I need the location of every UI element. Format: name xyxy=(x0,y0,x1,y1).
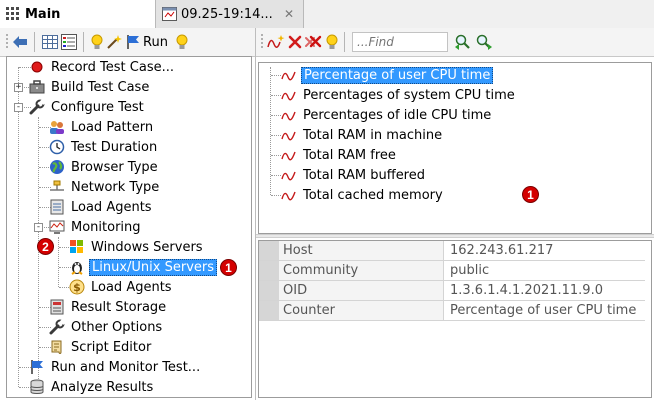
callout-badge-1: 1 xyxy=(220,259,237,276)
counter-item[interactable]: Percentage of user CPU time xyxy=(281,65,494,85)
users-icon xyxy=(49,119,65,135)
flag-icon xyxy=(29,359,45,375)
expand-toggle[interactable]: + xyxy=(14,83,23,92)
table-view-icon[interactable] xyxy=(42,32,58,52)
horizontal-splitter[interactable] xyxy=(256,234,654,238)
run-flag-icon[interactable] xyxy=(125,32,141,52)
grid-icon xyxy=(5,6,21,22)
tab-main-label: Main xyxy=(25,6,61,22)
database-icon xyxy=(29,379,45,395)
svg-text:$: $ xyxy=(73,281,81,294)
tab-test-log-label: 09.25-19:14... xyxy=(181,6,273,22)
counter-graph-icon xyxy=(281,147,297,163)
counter-item[interactable]: Percentages of system CPU time xyxy=(281,85,517,105)
tree-item-load-agents[interactable]: Load Agents xyxy=(49,197,154,217)
lightbulb-icon[interactable] xyxy=(326,32,338,52)
tab-main[interactable]: Main xyxy=(0,0,156,28)
tree-item-record-test-case[interactable]: Record Test Case... xyxy=(29,57,176,77)
callout-badge-2: 2 xyxy=(37,238,54,255)
wrench-icon xyxy=(29,99,45,115)
find-input[interactable] xyxy=(352,32,448,52)
toolbar-separator xyxy=(34,32,35,52)
find-previous-icon[interactable] xyxy=(454,32,472,52)
tree-item-other-options[interactable]: Other Options xyxy=(49,317,164,337)
counter-properties-table: Host 162.243.61.217 Community public OID… xyxy=(258,240,652,398)
tree-item-analyze-results[interactable]: Analyze Results xyxy=(29,377,155,397)
tree-item-configure-test[interactable]: Configure Test xyxy=(29,97,146,117)
scroll-icon xyxy=(49,339,65,355)
right-toolbar xyxy=(256,28,654,57)
counter-graph-icon xyxy=(281,167,297,183)
storage-icon xyxy=(49,299,65,315)
tree-item-load-agents-monitoring[interactable]: $ Load Agents xyxy=(69,277,174,297)
lightbulb-icon[interactable] xyxy=(176,32,188,52)
property-row-host[interactable]: Host 162.243.61.217 xyxy=(259,241,645,261)
magic-wand-icon[interactable] xyxy=(106,32,122,52)
tree-item-linux-unix-servers[interactable]: Linux/Unix Servers xyxy=(69,257,218,277)
network-icon xyxy=(49,179,65,195)
toolbar-separator xyxy=(83,32,84,52)
counter-item[interactable]: Total cached memory xyxy=(281,185,445,205)
counter-list: Percentage of user CPU time Percentages … xyxy=(258,62,652,234)
details-view-icon[interactable] xyxy=(61,32,77,52)
counter-graph-icon xyxy=(281,87,297,103)
delete-icon[interactable] xyxy=(288,32,302,52)
monitoring-icon xyxy=(49,219,65,235)
tree-item-build-test-case[interactable]: Build Test Case xyxy=(29,77,151,97)
tree-item-result-storage[interactable]: Result Storage xyxy=(49,297,168,317)
tree-item-run-and-monitor-test[interactable]: Run and Monitor Test... xyxy=(29,357,202,377)
tab-test-log[interactable]: 09.25-19:14... ✕ xyxy=(156,0,304,28)
tree-item-browser-type[interactable]: Browser Type xyxy=(49,157,160,177)
property-row-counter[interactable]: Counter Percentage of user CPU time xyxy=(259,301,645,321)
linux-icon xyxy=(69,259,85,275)
tree-item-windows-servers[interactable]: Windows Servers xyxy=(69,237,205,257)
lightbulb-icon[interactable] xyxy=(91,32,103,52)
configuration-tree: + - - Record Test Case... Build Test Cas… xyxy=(6,56,252,398)
wrench-icon xyxy=(49,319,65,335)
property-row-oid[interactable]: OID 1.3.6.1.4.1.2021.11.9.0 xyxy=(259,281,645,301)
tree-item-load-pattern[interactable]: Load Pattern xyxy=(49,117,155,137)
collapse-toggle[interactable]: - xyxy=(34,223,43,232)
counter-graph-icon xyxy=(281,67,297,83)
close-icon[interactable]: ✕ xyxy=(284,7,294,21)
property-row-community[interactable]: Community public xyxy=(259,261,645,281)
run-button[interactable]: Run xyxy=(143,32,168,52)
find-next-icon[interactable] xyxy=(475,32,493,52)
callout-badge-1: 1 xyxy=(522,186,539,203)
counter-graph-icon xyxy=(281,187,297,203)
vertical-splitter[interactable] xyxy=(255,28,256,400)
clock-icon xyxy=(49,139,65,155)
globe-icon xyxy=(49,159,65,175)
tree-item-script-editor[interactable]: Script Editor xyxy=(49,337,153,357)
counter-item[interactable]: Percentages of idle CPU time xyxy=(281,105,493,125)
agents-icon xyxy=(49,199,65,215)
counter-item[interactable]: Total RAM buffered xyxy=(281,165,427,185)
add-counter-icon[interactable] xyxy=(267,32,285,52)
toolbar-grip-icon xyxy=(6,32,9,52)
collapse-toggle[interactable]: - xyxy=(14,103,23,112)
tree-item-test-duration[interactable]: Test Duration xyxy=(49,137,159,157)
tree-item-monitoring[interactable]: Monitoring xyxy=(49,217,143,237)
back-arrow-icon[interactable] xyxy=(12,32,28,52)
tree-item-network-type[interactable]: Network Type xyxy=(49,177,161,197)
windows-icon xyxy=(69,239,85,255)
counter-graph-icon xyxy=(281,127,297,143)
delete-all-icon[interactable] xyxy=(305,32,323,52)
counter-item[interactable]: Total RAM in machine xyxy=(281,125,444,145)
log-table-icon xyxy=(161,6,177,22)
briefcase-icon xyxy=(29,79,45,95)
counter-item[interactable]: Total RAM free xyxy=(281,145,398,165)
toolbar-separator xyxy=(344,32,345,52)
left-toolbar: Run xyxy=(0,28,255,57)
tree-connector xyxy=(58,237,59,287)
counter-graph-icon xyxy=(281,107,297,123)
tree-connector xyxy=(18,67,19,387)
toolbar-grip-icon xyxy=(261,32,264,52)
agent-dollar-icon: $ xyxy=(69,279,85,295)
record-icon xyxy=(29,59,45,75)
tab-bar: Main 09.25-19:14... ✕ xyxy=(0,0,654,29)
